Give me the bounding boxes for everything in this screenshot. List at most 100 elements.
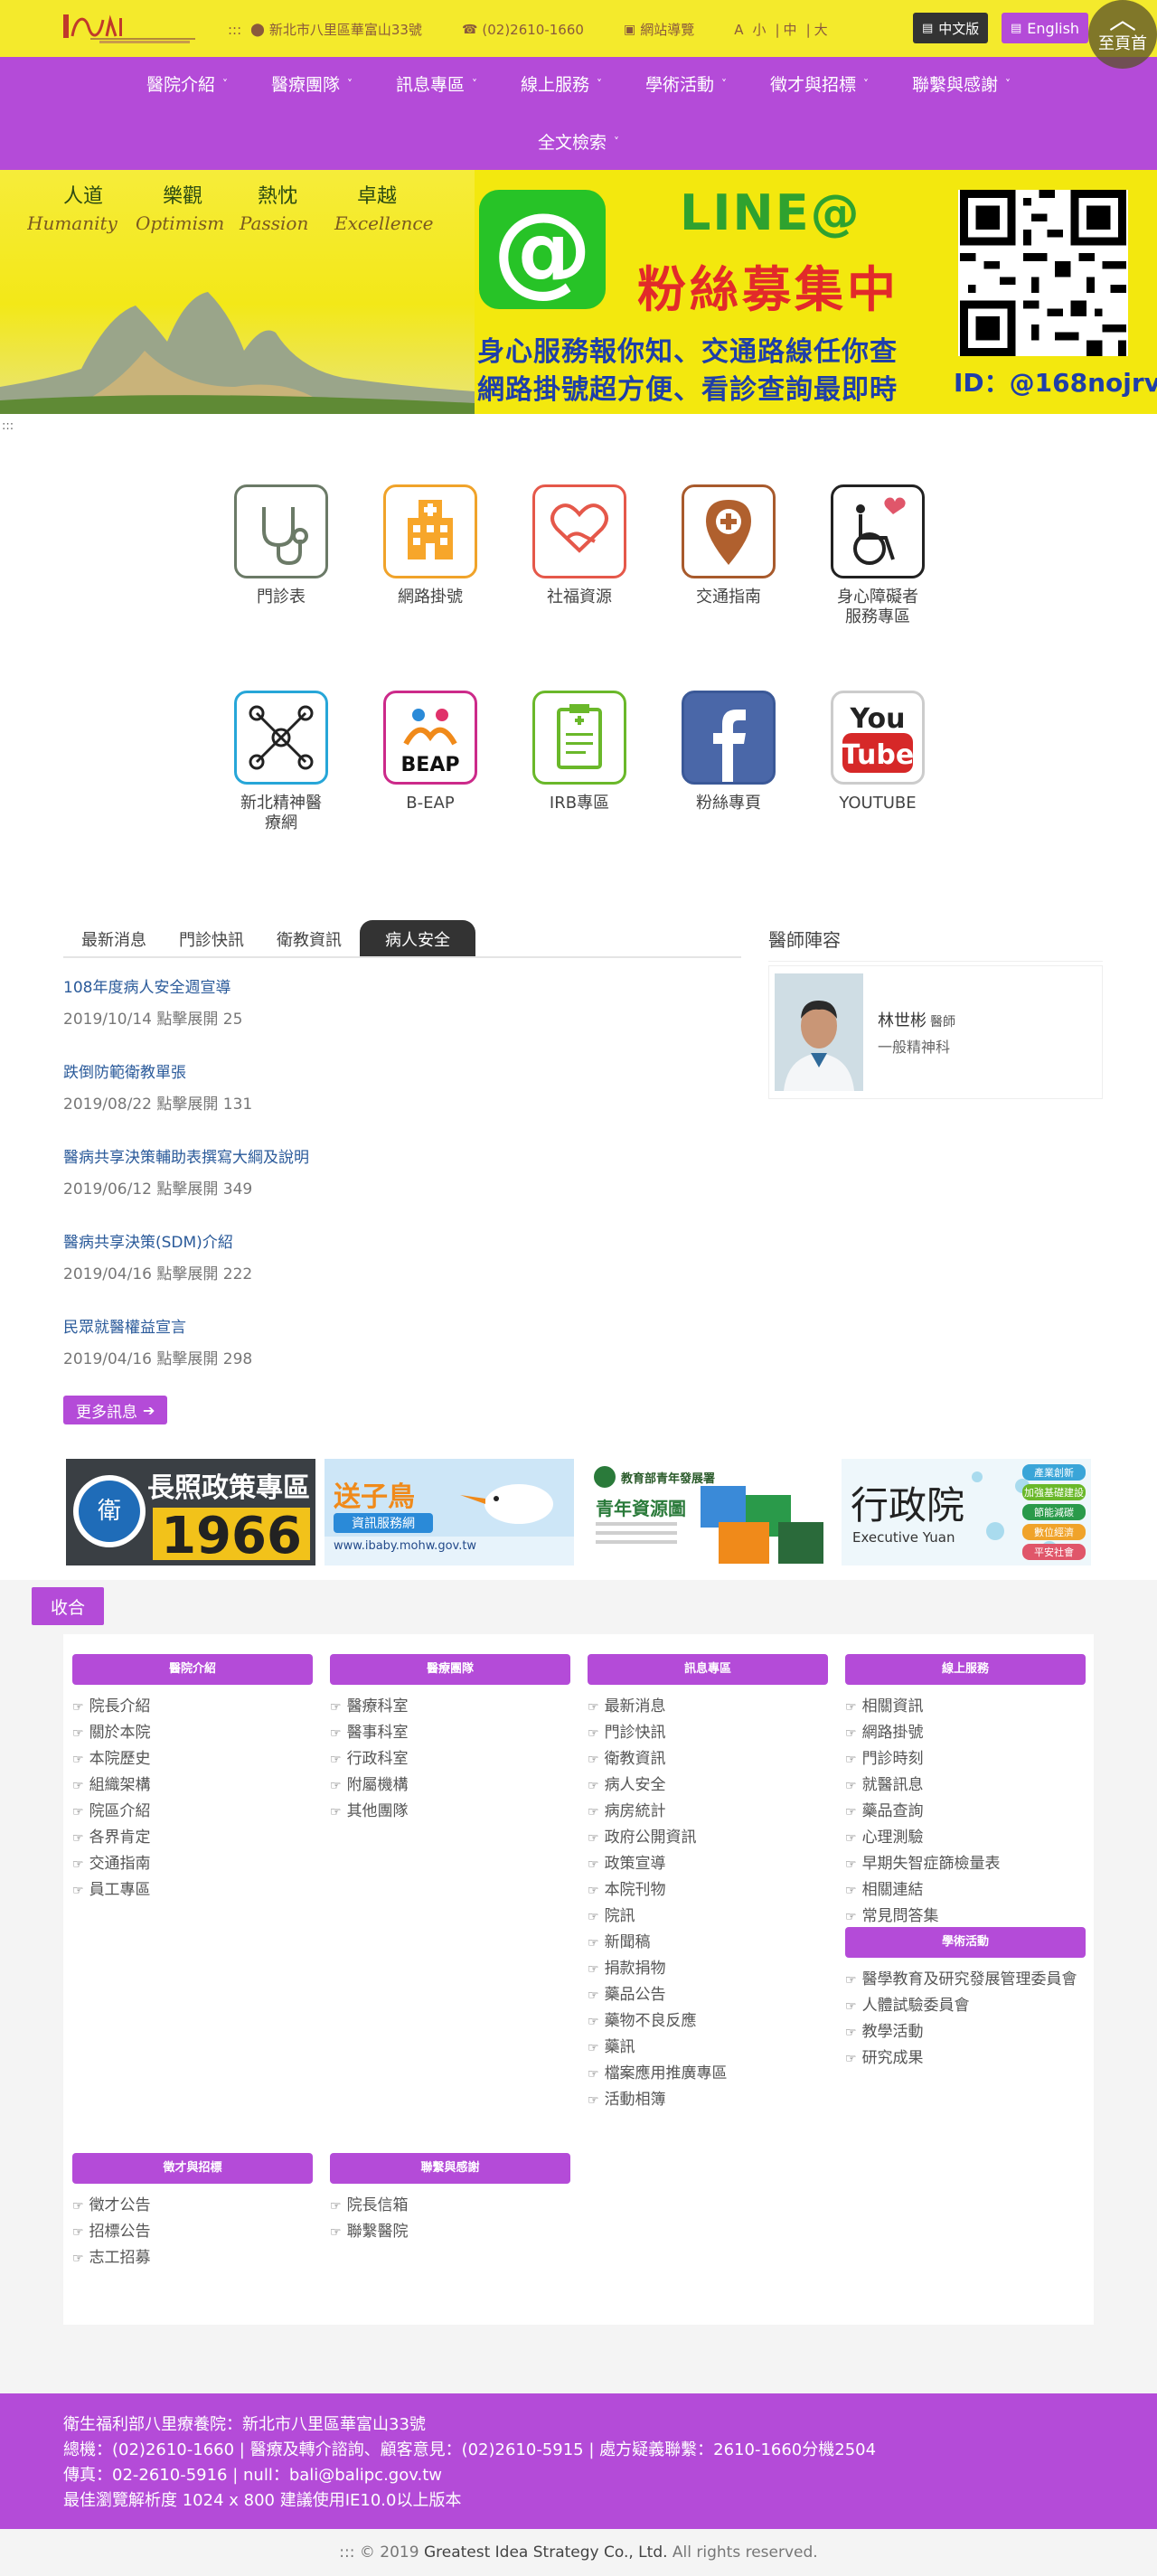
sitemap-link[interactable]: ☞ 網路掛號	[845, 1720, 1086, 1746]
sitemap-link[interactable]: ☞ 新聞稿	[588, 1930, 828, 1956]
accesskey-dots[interactable]: :::	[2, 419, 14, 433]
quick-link-disability-services[interactable]: 身心障礙者服務專區	[827, 484, 928, 627]
sitemap-link[interactable]: ☞ 最新消息	[588, 1694, 828, 1720]
sitemap-link[interactable]: ☞ 招標公告	[72, 2219, 313, 2245]
sitemap-link[interactable]: ☞ 心理測驗	[845, 1825, 1086, 1851]
hospital-logo[interactable]	[63, 11, 199, 45]
sitemap-link[interactable]: ☞ 教學活動	[845, 2019, 1086, 2045]
sitemap-heading[interactable]: 訊息專區	[588, 1654, 828, 1685]
address-item[interactable]: ⬤ 新北市八里區華富山33號	[250, 20, 442, 39]
quick-link-clinic-schedule[interactable]: 門診表	[230, 484, 332, 607]
sitemap-link[interactable]: ☞ 門診時刻	[845, 1746, 1086, 1772]
news-title-link[interactable]: 108年度病人安全週宣導	[63, 974, 741, 997]
sitemap-link[interactable]: ☞ 醫學教育及研究發展管理委員會	[845, 1967, 1086, 1993]
lang-zh-button[interactable]: ▤ 中文版	[913, 13, 989, 43]
sitemap-link[interactable]: ☞ 志工招募	[72, 2245, 313, 2271]
sitemap-link[interactable]: ☞ 藥品查詢	[845, 1799, 1086, 1825]
font-size-medium[interactable]: 中	[784, 20, 797, 39]
quick-link-mental-health-network[interactable]: 新北精神醫療網	[230, 691, 332, 833]
sitemap-heading[interactable]: 聯繫與感謝	[330, 2153, 570, 2184]
quick-link-social-resources[interactable]: 社福資源	[529, 484, 630, 607]
quick-link-online-registration[interactable]: 網路掛號	[380, 484, 481, 607]
sitemap-link[interactable]: ☞ 院訊	[588, 1904, 828, 1930]
sitemap-link[interactable]: ☞ 藥訊	[588, 2035, 828, 2061]
nav-item-full-search[interactable]: 全文檢索 ˅	[516, 129, 641, 154]
copyright-company[interactable]: Greatest Idea Strategy Co., Ltd.	[424, 2543, 668, 2562]
phone-item[interactable]: ☎ (02)2610-1660	[462, 22, 604, 38]
sitemap-heading[interactable]: 徵才與招標	[72, 2153, 313, 2184]
nav-item-news-zone[interactable]: 訊息專區 ˅	[374, 71, 499, 96]
sitemap-link[interactable]: ☞ 其他團隊	[330, 1799, 570, 1825]
sitemap-link[interactable]: ☞ 病人安全	[588, 1772, 828, 1799]
sitemap-link[interactable]: ☞ 附屬機構	[330, 1772, 570, 1799]
sitemap-link[interactable]: ☞ 藥品公告	[588, 1982, 828, 2008]
sitemap-link[interactable]: ☞ 各界肯定	[72, 1825, 313, 1851]
lang-en-button[interactable]: ▤ English	[1002, 13, 1088, 43]
sitemap-link[interactable]: ☞ 政府公開資訊	[588, 1825, 828, 1851]
sitemap-heading[interactable]: 醫療團隊	[330, 1654, 570, 1685]
sitemap-link[interactable]: ☞ 捐款捐物	[588, 1956, 828, 1982]
sitemap-link[interactable]: ☞ 病房統計	[588, 1799, 828, 1825]
partner-stork-service[interactable]: 送子鳥 資訊服務網 www.ibaby.mohw.gov.tw	[325, 1459, 574, 1565]
tab-health-education[interactable]: 衛教資訊	[259, 927, 356, 956]
quick-link-irb[interactable]: IRB專區	[529, 691, 630, 813]
sitemap-link[interactable]: ☞ 院長信箱	[330, 2193, 570, 2219]
sitemap-link[interactable]: ☞ 員工專區	[72, 1877, 313, 1904]
sitemap-link[interactable]: ☞ 院長介紹	[72, 1694, 313, 1720]
nav-item-hospital-intro[interactable]: 醫院介紹 ˅	[125, 71, 249, 96]
sitemap-link[interactable]: ☞ 衛教資訊	[588, 1746, 828, 1772]
sitemap-link[interactable]: ☞ 人體試驗委員會	[845, 1993, 1086, 2019]
back-to-top-button[interactable]: ︿ 至頁首	[1088, 0, 1157, 69]
quick-link-beap[interactable]: BEAP B-EAP	[380, 691, 481, 813]
sitemap-link[interactable]: ☞ 本院歷史	[72, 1746, 313, 1772]
nav-item-academic[interactable]: 學術活動 ˅	[624, 71, 748, 96]
sitemap-link[interactable]: ☞ 徵才公告	[72, 2193, 313, 2219]
font-size-large[interactable]: 大	[814, 20, 828, 39]
sitemap-link[interactable]: ☞ 行政科室	[330, 1746, 570, 1772]
sitemap-link[interactable]: ☞ 交通指南	[72, 1851, 313, 1877]
sitemap-heading[interactable]: 線上服務	[845, 1654, 1086, 1685]
sitemap-link[interactable]: ☞ 醫事科室	[330, 1720, 570, 1746]
quick-link-facebook[interactable]: 粉絲專頁	[678, 691, 779, 813]
sitemap-link[interactable]: ☞ 本院刊物	[588, 1877, 828, 1904]
sitemap-heading[interactable]: 醫院介紹	[72, 1654, 313, 1685]
sitemap-link[interactable]: ☞ 組織架構	[72, 1772, 313, 1799]
nav-item-recruitment[interactable]: 徵才與招標 ˅	[748, 71, 890, 96]
sitemap-heading[interactable]: 學術活動	[845, 1927, 1086, 1958]
sitemap-link[interactable]: ▣ 網站導覽	[624, 20, 714, 39]
tab-latest-news[interactable]: 最新消息	[63, 927, 161, 956]
sitemap-link[interactable]: ☞ 關於本院	[72, 1720, 313, 1746]
sitemap-link[interactable]: ☞ 門診快訊	[588, 1720, 828, 1746]
sitemap-link[interactable]: ☞ 研究成果	[845, 2045, 1086, 2072]
sitemap-link[interactable]: ☞ 政策宣導	[588, 1851, 828, 1877]
tab-clinic-news[interactable]: 門診快訊	[161, 927, 259, 956]
sitemap-link[interactable]: ☞ 藥物不良反應	[588, 2008, 828, 2035]
partner-long-term-care[interactable]: 衛 長照政策專區 1966	[66, 1459, 315, 1565]
font-size-small[interactable]: 小	[752, 20, 766, 39]
news-title-link[interactable]: 醫病共享決策輔助表撰寫大綱及說明	[63, 1144, 741, 1167]
news-title-link[interactable]: 民眾就醫權益宣言	[63, 1314, 741, 1337]
sitemap-link[interactable]: ☞ 活動相簿	[588, 2087, 828, 2113]
partner-youth-resources[interactable]: 教育部青年發展署 青年資源圖	[583, 1459, 832, 1565]
news-title-link[interactable]: 醫病共享決策(SDM)介紹	[63, 1229, 741, 1252]
sitemap-link[interactable]: ☞ 聯繫醫院	[330, 2219, 570, 2245]
sitemap-link[interactable]: ☞ 院區介紹	[72, 1799, 313, 1825]
sitemap-link[interactable]: ☞ 檔案應用推廣專區	[588, 2061, 828, 2087]
nav-item-contact[interactable]: 聯繫與感謝 ˅	[890, 71, 1032, 96]
news-title-link[interactable]: 跌倒防範衛教單張	[63, 1059, 741, 1082]
sitemap-link[interactable]: ☞ 就醫訊息	[845, 1772, 1086, 1799]
doctor-card[interactable]: 林世彬 醫師 一般精神科	[768, 965, 1103, 1099]
collapse-sitemap-button[interactable]: 收合	[32, 1587, 104, 1625]
sitemap-link[interactable]: ☞ 相關連結	[845, 1877, 1086, 1904]
sitemap-link[interactable]: ☞ 常見問答集	[845, 1904, 1086, 1930]
partner-executive-yuan[interactable]: 行政院 Executive Yuan 產業創新 加強基礎建設 節能減碳 數位經濟…	[842, 1459, 1091, 1565]
nav-item-medical-team[interactable]: 醫療團隊 ˅	[249, 71, 374, 96]
sitemap-link[interactable]: ☞ 早期失智症篩檢量表	[845, 1851, 1086, 1877]
more-news-button[interactable]: 更多訊息 ➔	[63, 1396, 168, 1424]
tab-patient-safety[interactable]: 病人安全	[360, 920, 475, 956]
quick-link-transport-guide[interactable]: 交通指南	[678, 484, 779, 607]
sitemap-link[interactable]: ☞ 醫療科室	[330, 1694, 570, 1720]
sitemap-link[interactable]: ☞ 相關資訊	[845, 1694, 1086, 1720]
line-promo-banner[interactable]: 人道 樂觀 熱忱 卓越 Humanity Optimism Passion Ex…	[0, 170, 1157, 414]
quick-link-youtube[interactable]: You Tube YOUTUBE	[827, 691, 928, 813]
